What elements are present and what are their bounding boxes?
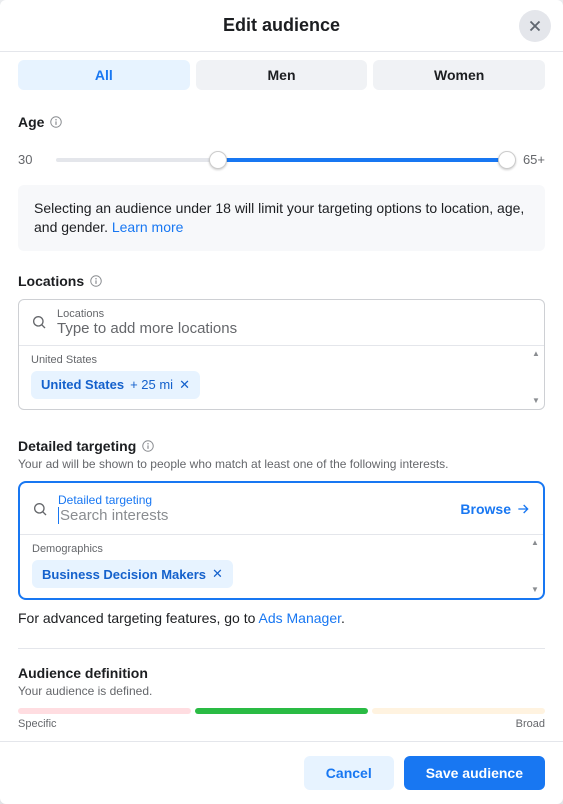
locations-box: Locations Type to add more locations Uni… [18, 299, 545, 410]
gender-all-tab[interactable]: All [18, 60, 190, 90]
meter-broad-label: Broad [516, 718, 545, 730]
info-icon[interactable] [142, 440, 154, 452]
interest-chip[interactable]: Business Decision Makers ✕ [32, 560, 233, 588]
modal-header: Edit audience [0, 0, 563, 52]
locations-scrollbar[interactable]: ▲▼ [531, 350, 541, 405]
detailed-list: Demographics Business Decision Makers ✕ … [20, 535, 543, 598]
location-chip[interactable]: United States + 25 mi ✕ [31, 371, 200, 399]
scroll-up-icon[interactable]: ▲ [531, 539, 539, 547]
remove-interest-icon[interactable]: ✕ [212, 566, 223, 582]
edit-audience-modal: Edit audience All Men Women Age 30 65+ [0, 0, 563, 804]
meter-specific-label: Specific [18, 718, 57, 730]
age-slider-track[interactable] [56, 158, 507, 162]
divider [18, 648, 545, 649]
modal-footer: Cancel Save audience [0, 741, 563, 804]
scroll-down-icon[interactable]: ▼ [531, 586, 539, 594]
age-label: Age [18, 114, 545, 130]
locations-field-label: Locations [57, 308, 532, 320]
scroll-down-icon[interactable]: ▼ [532, 397, 540, 405]
modal-content: All Men Women Age 30 65+ Selecting an au… [0, 52, 563, 741]
detailed-targeting-label: Detailed targeting [18, 438, 545, 454]
search-icon [31, 314, 47, 330]
age-max-handle[interactable] [498, 151, 516, 169]
locations-label: Locations [18, 273, 545, 289]
detailed-scrollbar[interactable]: ▲▼ [530, 539, 540, 594]
age-min-value: 30 [18, 152, 46, 167]
ads-manager-link[interactable]: Ads Manager [259, 610, 342, 626]
gender-women-tab[interactable]: Women [373, 60, 545, 90]
location-group-label: United States [31, 354, 532, 366]
locations-list: United States United States + 25 mi ✕ ▲▼ [19, 346, 544, 409]
detailed-targeting-box: Detailed targeting Search interests Brow… [18, 481, 545, 601]
modal-title: Edit audience [223, 15, 340, 36]
audience-definition-title: Audience definition [18, 665, 545, 681]
audience-definition-status: Your audience is defined. [18, 684, 545, 698]
interest-group-label: Demographics [32, 543, 531, 555]
learn-more-link[interactable]: Learn more [112, 219, 184, 235]
detailed-placeholder: Search interests [58, 507, 450, 525]
scroll-up-icon[interactable]: ▲ [532, 350, 540, 358]
close-button[interactable] [519, 10, 551, 42]
under18-callout: Selecting an audience under 18 will limi… [18, 185, 545, 251]
age-max-value: 65+ [517, 152, 545, 167]
gender-segmented-control: All Men Women [18, 60, 545, 90]
browse-link[interactable]: Browse [460, 501, 531, 517]
gender-men-tab[interactable]: Men [196, 60, 368, 90]
age-slider[interactable]: 30 65+ [18, 152, 545, 167]
advanced-targeting-text: For advanced targeting features, go to A… [18, 610, 545, 626]
detailed-search[interactable]: Detailed targeting Search interests Brow… [20, 483, 543, 536]
info-icon[interactable] [50, 116, 62, 128]
close-icon [526, 17, 544, 35]
audience-meter [18, 708, 545, 714]
search-icon [32, 501, 48, 517]
locations-search[interactable]: Locations Type to add more locations [19, 300, 544, 346]
cancel-button[interactable]: Cancel [304, 756, 394, 790]
detailed-field-label: Detailed targeting [58, 493, 450, 507]
arrow-right-icon [515, 501, 531, 517]
age-min-handle[interactable] [209, 151, 227, 169]
locations-placeholder: Type to add more locations [57, 320, 532, 337]
detailed-hint: Your ad will be shown to people who matc… [18, 457, 545, 471]
remove-location-icon[interactable]: ✕ [179, 377, 190, 393]
info-icon[interactable] [90, 275, 102, 287]
save-button[interactable]: Save audience [404, 756, 545, 790]
